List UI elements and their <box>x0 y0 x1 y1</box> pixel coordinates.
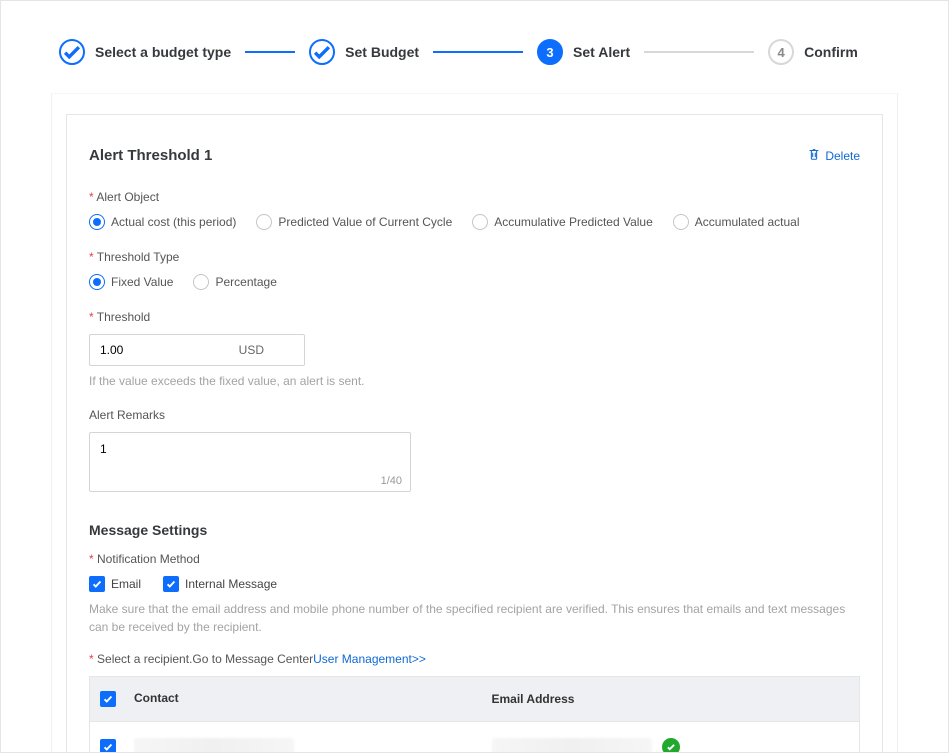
threshold-hint: If the value exceeds the fixed value, an… <box>89 374 860 388</box>
verified-icon <box>662 738 680 753</box>
radio-accumulative-predicted[interactable]: Accumulative Predicted Value <box>472 214 653 230</box>
step-4-label: Confirm <box>804 44 858 60</box>
stepper: Select a budget type Set Budget 3 Set Al… <box>51 39 898 65</box>
alert-card: Alert Threshold 1 Delete Alert Object Ac… <box>66 114 883 753</box>
header-contact: Contact <box>134 691 492 707</box>
threshold-unit: USD <box>239 343 264 357</box>
notification-method-checks: Email Internal Message <box>89 576 860 592</box>
checkbox-select-all[interactable] <box>100 691 116 707</box>
radio-actual-cost[interactable]: Actual cost (this period) <box>89 214 236 230</box>
remarks-label: Alert Remarks <box>89 408 860 422</box>
delete-button[interactable]: Delete <box>807 147 860 164</box>
alert-object-label: Alert Object <box>89 190 860 204</box>
message-settings-title: Message Settings <box>89 522 860 538</box>
radio-fixed-value[interactable]: Fixed Value <box>89 274 173 290</box>
step-3-number: 3 <box>537 39 563 65</box>
step-2: Set Budget <box>309 39 419 65</box>
table-row <box>90 722 859 753</box>
cell-contact <box>134 738 492 753</box>
checkbox-internal-message[interactable]: Internal Message <box>163 576 277 592</box>
step-4-number: 4 <box>768 39 794 65</box>
radio-percentage[interactable]: Percentage <box>193 274 276 290</box>
step-3-label: Set Alert <box>573 44 630 60</box>
alert-card-outer: Alert Threshold 1 Delete Alert Object Ac… <box>51 93 898 753</box>
alert-object-radio-group: Actual cost (this period) Predicted Valu… <box>89 214 860 230</box>
header-email: Email Address <box>492 691 850 707</box>
threshold-input[interactable] <box>100 343 180 357</box>
radio-accumulated-actual[interactable]: Accumulated actual <box>673 214 800 230</box>
radio-predicted-value[interactable]: Predicted Value of Current Cycle <box>256 214 452 230</box>
cell-email <box>492 738 850 753</box>
step-1-label: Select a budget type <box>95 44 231 60</box>
step-4: 4 Confirm <box>768 39 858 65</box>
step-1: Select a budget type <box>59 39 231 65</box>
checkbox-icon <box>89 576 105 592</box>
checkbox-icon <box>100 691 116 707</box>
user-management-link[interactable]: User Management>> <box>313 652 426 666</box>
threshold-label: Threshold <box>89 310 860 324</box>
notification-note: Make sure that the email address and mob… <box>89 600 860 636</box>
check-icon <box>59 39 85 65</box>
step-2-label: Set Budget <box>345 44 419 60</box>
threshold-type-label: Threshold Type <box>89 250 860 264</box>
checkbox-icon <box>163 576 179 592</box>
checkbox-row[interactable] <box>100 739 116 753</box>
table-header: Contact Email Address <box>90 677 859 722</box>
alert-title: Alert Threshold 1 <box>89 147 212 164</box>
recipient-table: Contact Email Address <box>89 676 860 753</box>
remarks-textarea[interactable] <box>100 442 400 473</box>
recipient-line: Select a recipient.Go to Message CenterU… <box>89 652 860 666</box>
trash-icon <box>807 147 821 164</box>
checkbox-icon <box>100 739 116 753</box>
checkbox-email[interactable]: Email <box>89 576 141 592</box>
threshold-input-wrap: USD <box>89 334 305 366</box>
threshold-type-radio-group: Fixed Value Percentage <box>89 274 860 290</box>
step-3: 3 Set Alert <box>537 39 630 65</box>
check-icon <box>309 39 335 65</box>
remarks-count: 1/40 <box>381 475 402 487</box>
remarks-textarea-wrap: 1/40 <box>89 432 411 492</box>
notification-method-label: Notification Method <box>89 552 860 566</box>
